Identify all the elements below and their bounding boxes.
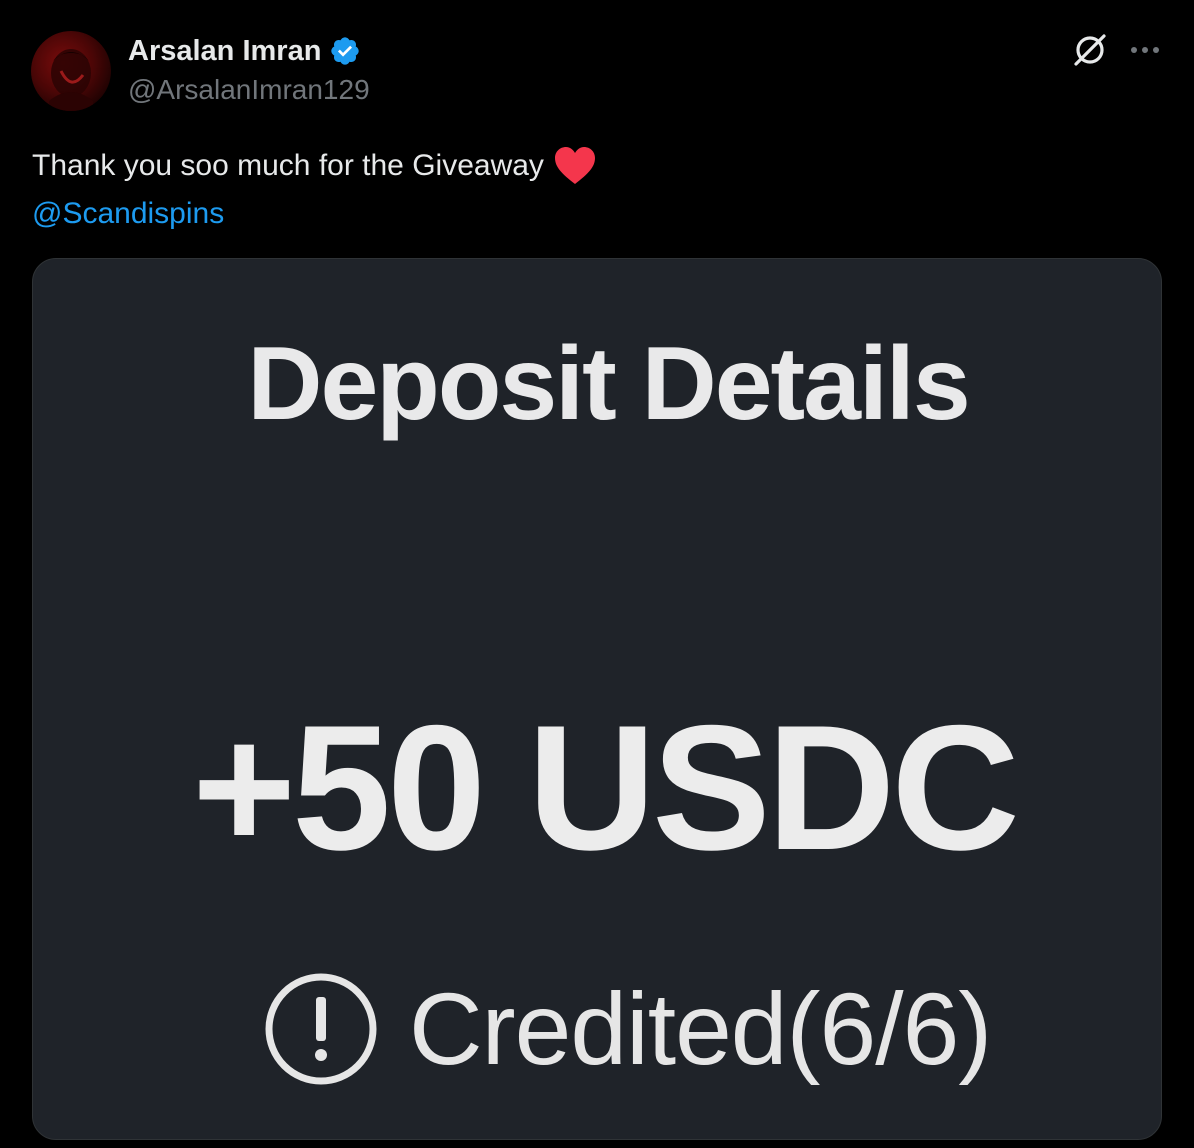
mention-link[interactable]: @Scandispins: [32, 190, 224, 238]
deposit-amount: +50 USDC: [192, 688, 1020, 887]
media-image[interactable]: Deposit Details +50 USDC Credited(6/6): [32, 258, 1162, 1140]
tweet-text-line: Thank you soo much for the Giveaway: [32, 142, 1132, 190]
display-name[interactable]: Arsalan Imran: [128, 35, 321, 68]
grok-icon[interactable]: [1070, 30, 1110, 70]
tweet: Arsalan Imran @ArsalanImran129 Thank you…: [0, 0, 1194, 1148]
verified-badge-icon[interactable]: [329, 35, 361, 67]
avatar[interactable]: [31, 31, 111, 111]
deposit-status: Credited(6/6): [409, 972, 992, 1086]
avatar-photo-icon: [49, 49, 93, 111]
more-options-icon[interactable]: [1128, 36, 1162, 64]
author-name-row: Arsalan Imran: [128, 33, 361, 69]
tweet-mention-line: @Scandispins: [32, 190, 1132, 238]
deposit-status-row: Credited(6/6): [263, 969, 992, 1089]
tweet-body: Thank you soo much for the Giveaway: [32, 149, 544, 182]
author-handle[interactable]: @ArsalanImran129: [128, 74, 370, 106]
tweet-text: Thank you soo much for the Giveaway @Sca…: [32, 142, 1132, 238]
alert-circle-icon: [263, 971, 379, 1087]
heart-icon: [554, 146, 596, 186]
deposit-title: Deposit Details: [247, 326, 970, 442]
